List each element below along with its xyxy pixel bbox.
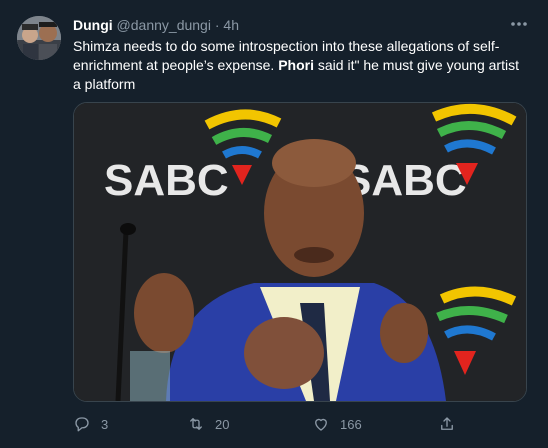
timestamp[interactable]: 4h xyxy=(223,17,239,33)
reply-count: 3 xyxy=(101,416,109,432)
action-bar: 3 20 166 xyxy=(73,412,528,436)
avatar[interactable] xyxy=(17,16,61,60)
tweet-card[interactable]: Dungi @danny_dungi · 4h Shimza needs to … xyxy=(0,0,548,448)
photo-press-conference: SABC SABC xyxy=(74,103,526,401)
more-horizontal-icon xyxy=(511,22,527,26)
retweet-button[interactable]: 20 xyxy=(187,412,229,436)
display-name[interactable]: Dungi xyxy=(73,17,113,33)
tweet-text-bold: Phori xyxy=(278,57,314,73)
tweet-image[interactable]: SABC SABC xyxy=(73,102,527,402)
reply-button[interactable]: 3 xyxy=(73,412,108,436)
like-count: 166 xyxy=(340,416,362,432)
retweet-count: 20 xyxy=(215,416,230,432)
user-handle[interactable]: @danny_dungi xyxy=(117,17,211,33)
sabc-logo-left: SABC xyxy=(104,156,229,205)
header-separator: · xyxy=(214,17,220,33)
more-button[interactable] xyxy=(509,16,529,32)
retweet-icon xyxy=(190,418,202,430)
share-button[interactable] xyxy=(438,412,456,436)
tweet-header: Dungi @danny_dungi · 4h xyxy=(73,16,239,34)
share-icon xyxy=(441,417,453,430)
like-button[interactable]: 166 xyxy=(312,412,362,436)
tweet-text: Shimza needs to do some introspection in… xyxy=(73,37,528,94)
reply-icon xyxy=(75,417,89,432)
heart-icon xyxy=(315,418,327,431)
